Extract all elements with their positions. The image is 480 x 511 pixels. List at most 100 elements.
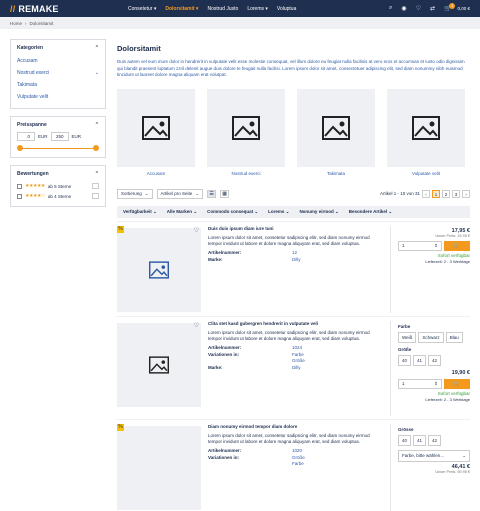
image-placeholder-icon [117, 88, 195, 167]
color-label: Farbe [398, 323, 411, 329]
color-option[interactable]: Blau [445, 331, 463, 343]
size-option[interactable]: 41 [413, 434, 427, 446]
sale-badge-icon: % [117, 423, 124, 431]
nav-item-nostrud-justo[interactable]: Nostrud Justo [207, 6, 238, 12]
price-slider[interactable] [17, 144, 99, 152]
size-label: Grösse [398, 426, 414, 432]
size-option[interactable]: 40 [398, 434, 412, 446]
sidebar-category-item[interactable]: Nostrud exerci ⌄ [17, 67, 99, 79]
product-row: ♡ Clita stet kasd gubergren hendrerit in… [117, 315, 470, 416]
page-button[interactable]: 2 [442, 189, 450, 198]
product-name[interactable]: Diam nonumy eirmod tempor diam dolore [208, 424, 383, 430]
product-name[interactable]: Clita stet kasd gubergren hendrerit in v… [208, 321, 383, 327]
buy-box: 17,95 € Unser Preis: 19,95 € 1 ⇕ 🛒 Sofort… [390, 225, 470, 313]
add-to-cart-button[interactable]: 🛒 [444, 378, 470, 389]
page-title: Dolorsitamit [117, 44, 161, 53]
buy-box: Farbe Weiß Schwarz Blau Größe 40 41 42 1… [390, 320, 470, 416]
product-image[interactable] [117, 322, 201, 407]
product-description: Lorem ipsum dolor sit amet, consetetur s… [208, 329, 370, 341]
rating-option[interactable]: ★★★★★ ab 5 Sterne [17, 181, 99, 191]
collapse-icon[interactable]: ⌃ [95, 45, 99, 51]
subcategory-tile[interactable]: Nostrud exerci [207, 88, 285, 176]
quantity-stepper[interactable]: 1 ⇕ [398, 240, 442, 251]
search-icon[interactable]: ⌕ [389, 5, 392, 12]
cart-count-badge: 1 [449, 3, 456, 9]
stars-icon: ★★★★☆ [25, 193, 45, 199]
size-option[interactable]: 42 [428, 354, 442, 366]
nav-item-voluptua[interactable]: Voluptua [277, 6, 296, 12]
product-name[interactable]: Duis duis ipsum diam iure tuni [208, 226, 383, 232]
sale-badge-icon: % [117, 225, 124, 233]
header-tools: ⌕ ◉ ♡ ⇄ 🛒10,00 € [389, 3, 470, 12]
facet-lorems[interactable]: Lorems ⌄ [268, 209, 289, 215]
facet-nonumy[interactable]: Nonumy eirmod ⌄ [299, 209, 338, 215]
cart-total: 0,00 € [457, 6, 470, 11]
facet-commodo[interactable]: Commodo consequat ⌄ [207, 209, 258, 215]
grid-view-button[interactable]: ▦ [220, 189, 230, 198]
pagination: Artikel 1 - 10 von 31 ‹ 1 2 3 › [380, 189, 470, 198]
facet-availability[interactable]: Verfügbarkeit ⌄ [123, 209, 157, 215]
next-page-button[interactable]: › [462, 189, 470, 198]
wishlist-icon[interactable]: ♡ [416, 5, 421, 12]
compare-icon[interactable]: ⇄ [430, 5, 435, 12]
facet-brands[interactable]: Alle Marken ⌄ [167, 209, 197, 215]
size-option[interactable]: 40 [398, 354, 412, 366]
chevron-down-icon: ⌄ [462, 452, 466, 458]
checkbox[interactable] [17, 183, 22, 189]
facet-filter-bar: Verfügbarkeit ⌄ Alle Marken ⌄ Commodo co… [117, 205, 470, 218]
per-page-dropdown[interactable]: Artikel pro Seite ⌄ [156, 188, 204, 199]
list-view-button[interactable]: ☰ [207, 189, 217, 198]
account-icon[interactable]: ◉ [401, 5, 406, 12]
collapse-icon[interactable]: ⌃ [95, 171, 99, 177]
delivery-time: Lieferzeit: 2 - 3 Werktage [425, 396, 470, 402]
nav-item-consetetur[interactable]: Consetetur ▾ [128, 6, 156, 12]
list-view-icon: ☰ [209, 190, 214, 197]
price-max-input[interactable]: 250 [50, 132, 69, 141]
logo[interactable]: //REMAKE [10, 4, 128, 14]
page-button[interactable]: 1 [432, 189, 440, 198]
collapse-icon[interactable]: ⌃ [95, 122, 99, 128]
product-image[interactable] [117, 227, 201, 312]
rating-count [92, 193, 99, 199]
quantity-stepper[interactable]: 1 ⇕ [398, 378, 442, 389]
sidebar-category-item[interactable]: Takimata [17, 79, 99, 91]
color-select[interactable]: Farbe, bitte wählen... ⌄ [398, 449, 470, 462]
subcategory-tile[interactable]: Takimata [297, 88, 375, 176]
facet-special[interactable]: Besondere Artikel ⌄ [349, 209, 392, 215]
color-option[interactable]: Schwarz [418, 331, 444, 343]
prev-page-button[interactable]: ‹ [422, 189, 430, 198]
cart-button[interactable]: 🛒10,00 € [444, 3, 470, 12]
size-option[interactable]: 42 [428, 434, 442, 446]
logo-mark-icon: // [10, 3, 16, 14]
product-description: Lorem ipsum dolor sit amet, consetetur s… [208, 432, 370, 444]
nav-item-dolorsitamit[interactable]: Dolorsitamit ▾ [165, 6, 198, 12]
breadcrumb-home[interactable]: Home [10, 21, 22, 26]
grid-view-icon: ▦ [222, 190, 227, 197]
subcategory-tile[interactable]: Vulputate velit [387, 88, 465, 176]
subcategory-tile[interactable]: Accusam [117, 88, 195, 176]
sort-dropdown[interactable]: Sortierung ⌄ [117, 188, 153, 199]
rating-option[interactable]: ★★★★☆ ab 4 Sterne [17, 191, 99, 201]
cart-icon: 🛒 [453, 380, 461, 387]
size-option[interactable]: 41 [413, 354, 427, 366]
size-label: Größe [398, 346, 412, 352]
add-to-cart-button[interactable]: 🛒 [444, 240, 470, 251]
color-option[interactable]: Weiß [398, 331, 417, 343]
sidebar-category-item[interactable]: Vulputate velit [17, 91, 99, 103]
product-image[interactable] [117, 425, 201, 510]
cart-icon: 🛒 [453, 242, 461, 249]
checkbox[interactable] [17, 193, 22, 199]
wishlist-heart-icon[interactable]: ♡ [194, 322, 199, 329]
currency-label: EUR [71, 134, 82, 139]
wishlist-heart-icon[interactable]: ♡ [194, 227, 199, 234]
stepper-arrows-icon: ⇕ [434, 242, 438, 248]
price-title: Preisspanne [17, 122, 47, 128]
price-slider-min-handle[interactable] [17, 145, 23, 151]
main-content: Dolorsitamit Duis autem vel eum iriure d… [117, 39, 470, 511]
page-button[interactable]: 3 [452, 189, 460, 198]
categories-title: Kategorien [17, 45, 44, 51]
sidebar-category-item[interactable]: Accusam [17, 55, 99, 67]
price-min-input[interactable]: 0 [17, 132, 35, 141]
nav-item-lorems[interactable]: Lorems ▾ [247, 6, 268, 12]
price-slider-max-handle[interactable] [93, 145, 99, 151]
